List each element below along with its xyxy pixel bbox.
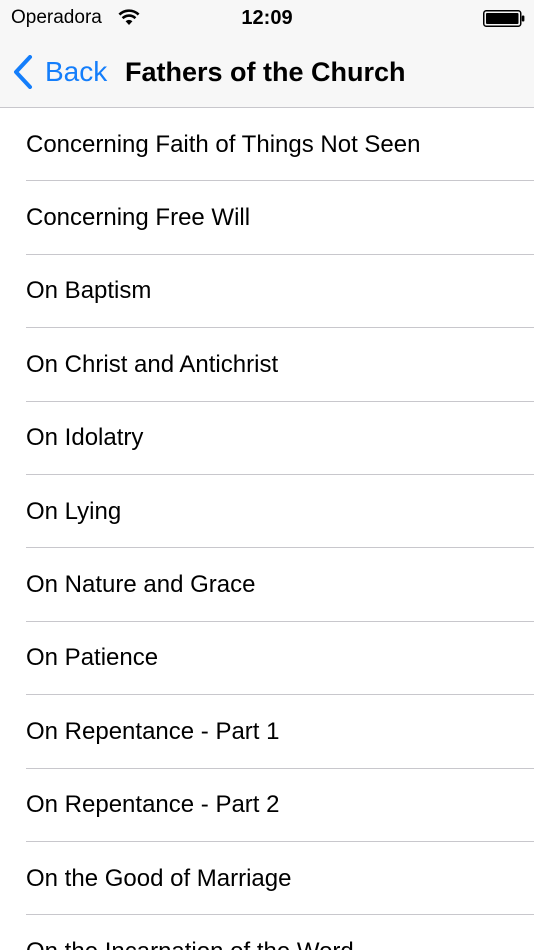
list-item[interactable]: On the Good of Marriage (0, 842, 534, 916)
list-item-label: On Idolatry (26, 424, 144, 452)
chevron-left-icon (14, 55, 32, 89)
list-item-label: On Baptism (26, 277, 152, 305)
back-button[interactable]: Back (13, 54, 107, 90)
list-item[interactable]: Concerning Free Will (0, 181, 534, 256)
list-item[interactable]: On Christ and Antichrist (0, 328, 534, 402)
list-item-label: On Christ and Antichrist (26, 350, 279, 378)
list-item[interactable]: Concerning Faith of Things Not Seen (0, 108, 534, 182)
top-bar: Operadora 12:09 Back Fathers of the Chur… (0, 0, 534, 108)
list-item[interactable]: On Repentance - Part 2 (0, 769, 534, 843)
list-item[interactable]: On Nature and Grace (0, 548, 534, 623)
list-item[interactable]: On Repentance - Part 1 (0, 695, 534, 769)
clock-time: 12:09 (241, 7, 293, 29)
status-bar: Operadora 12:09 (0, 0, 534, 36)
list-item[interactable]: On Lying (0, 475, 534, 549)
list-item[interactable]: On the Incarnation of the Word (0, 915, 534, 950)
list-item[interactable]: On Baptism (0, 255, 534, 329)
page-title: Fathers of the Church (125, 57, 406, 87)
list-item-label: On the Incarnation of the Word (26, 937, 354, 950)
list-item[interactable]: On Patience (0, 622, 534, 696)
battery-icon (483, 10, 525, 27)
list-item-label: Concerning Free Will (26, 204, 251, 232)
list-item-label: Concerning Faith of Things Not Seen (26, 130, 421, 158)
list-item-label: On Patience (26, 644, 159, 672)
list-item-label: On Nature and Grace (26, 571, 256, 599)
list-item-label: On the Good of Marriage (26, 864, 292, 892)
chapter-list[interactable]: Concerning Faith of Things Not Seen Conc… (0, 108, 534, 950)
list-item-label: On Repentance - Part 2 (26, 791, 280, 819)
back-button-label: Back (45, 56, 108, 87)
navigation-bar: Back Fathers of the Church (0, 40, 534, 104)
screen: Operadora 12:09 Back Fathers of the Chur… (0, 0, 534, 950)
list-item-label: On Repentance - Part 1 (26, 717, 280, 745)
list-item-label: On Lying (26, 497, 122, 525)
list-item[interactable]: On Idolatry (0, 402, 534, 476)
